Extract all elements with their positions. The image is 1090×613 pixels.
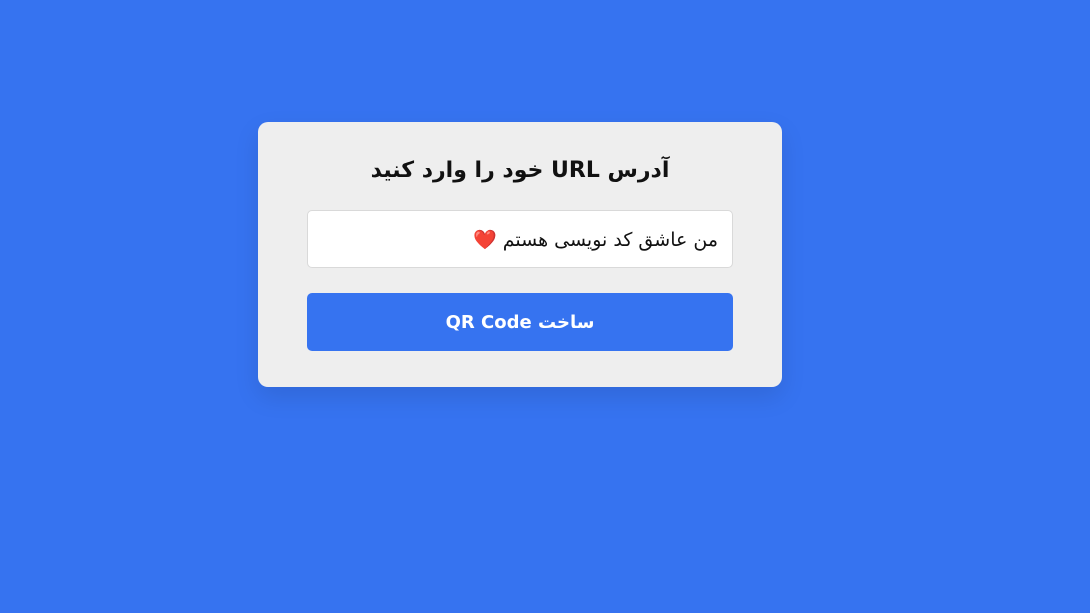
qr-generator-card: آدرس URL خود را وارد کنید ساخت QR Code [258,122,782,387]
form-title: آدرس URL خود را وارد کنید [370,158,670,183]
url-input-container[interactable] [307,210,733,268]
generate-qr-button[interactable]: ساخت QR Code [307,293,733,351]
url-input[interactable] [308,211,732,267]
